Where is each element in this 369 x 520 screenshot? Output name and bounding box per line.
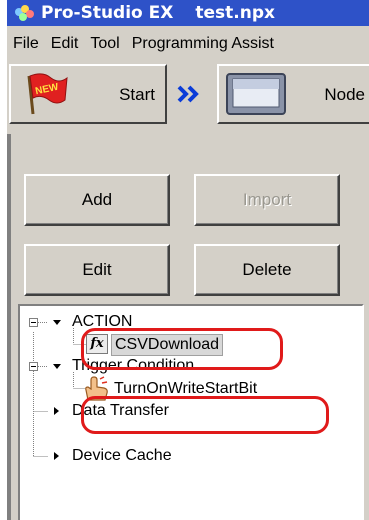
start-label: Start <box>119 85 155 104</box>
file-title: test.npx <box>195 3 275 23</box>
display-monitor-icon <box>226 73 286 115</box>
menu-tool[interactable]: Tool <box>90 35 119 53</box>
tree-node-device-cache-label: Device Cache <box>72 447 172 464</box>
import-button[interactable]: Import <box>194 174 340 226</box>
edit-button[interactable]: Edit <box>24 244 170 296</box>
start-button[interactable]: NEW Start <box>9 64 167 124</box>
app-title: Pro-Studio EX <box>41 3 174 23</box>
action-arrow-icon <box>53 320 61 325</box>
trigger-arrow-icon <box>53 364 61 369</box>
node-button[interactable]: Node <box>217 64 369 124</box>
add-button[interactable]: Add <box>24 174 170 226</box>
menu-programming-assist[interactable]: Programming Assist <box>132 35 274 53</box>
app-window: Pro-Studio EX test.npx File Edit Tool Pr… <box>7 0 369 520</box>
menu-edit[interactable]: Edit <box>51 35 79 53</box>
next-step-arrow-icon <box>177 85 199 103</box>
panel-frame <box>7 134 11 520</box>
menu-bar: File Edit Tool Programming Assist <box>7 30 369 58</box>
delete-button[interactable]: Delete <box>194 244 340 296</box>
new-flag-icon: NEW <box>27 73 68 115</box>
data-transfer-arrow-icon <box>54 407 59 415</box>
app-logo-icon <box>15 5 34 21</box>
tree-node-device-cache[interactable]: Device Cache <box>72 445 172 467</box>
csvdownload-highlight <box>81 328 283 370</box>
toolbar: NEW Start Node <box>7 64 369 126</box>
title-bar: Pro-Studio EX test.npx <box>7 0 369 26</box>
node-label: Node <box>324 85 365 104</box>
collapse-trigger-toggle[interactable] <box>29 362 38 371</box>
collapse-action-toggle[interactable] <box>29 318 38 327</box>
menu-file[interactable]: File <box>13 35 39 53</box>
device-cache-arrow-icon <box>54 452 59 460</box>
turnonwritestartbit-highlight <box>81 396 329 434</box>
